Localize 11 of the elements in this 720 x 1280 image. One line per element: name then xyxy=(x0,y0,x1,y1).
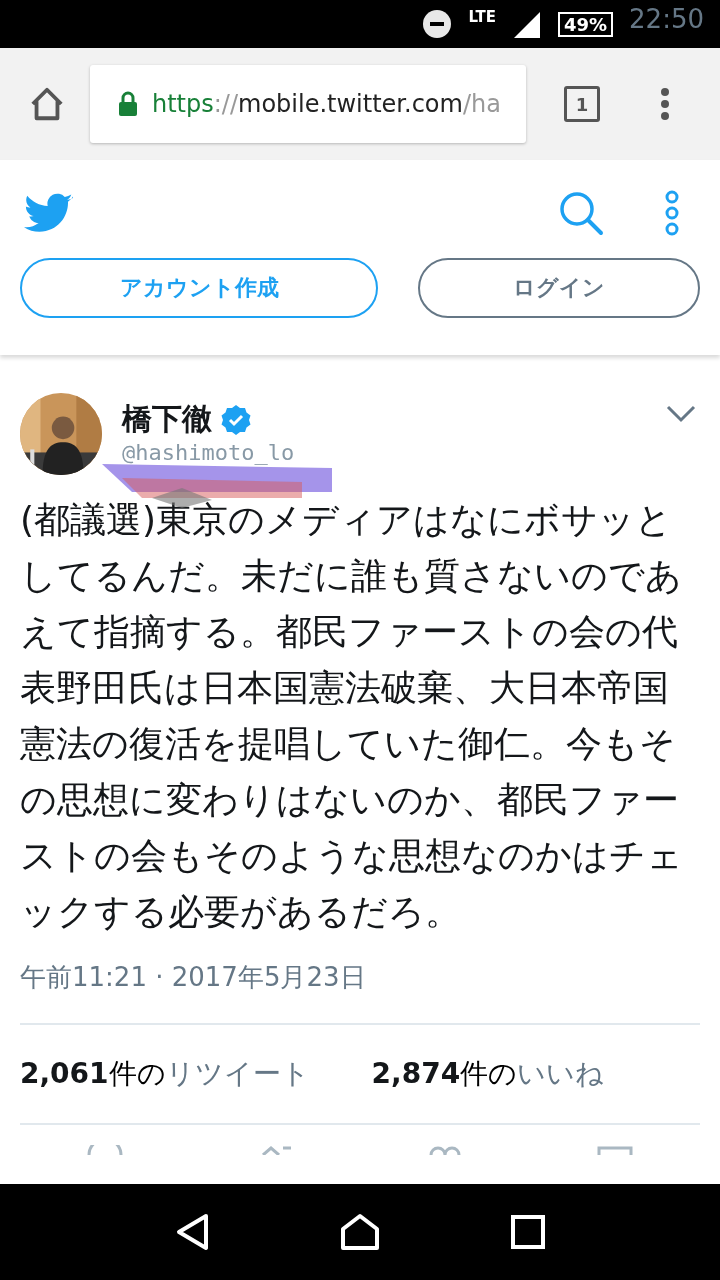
network-type: LTE xyxy=(468,8,496,26)
author-handle: @hashimoto_lo xyxy=(122,440,295,465)
like-count[interactable]: 2,874件のいいね xyxy=(371,1055,605,1093)
tab-switcher[interactable]: 1 xyxy=(564,86,600,122)
author-name[interactable]: 橋下徹 xyxy=(122,399,212,440)
login-button[interactable]: ログイン xyxy=(418,258,700,318)
tweet-timestamp: 午前11:21 · 2017年5月23日 xyxy=(20,940,700,1025)
battery-indicator: 49% xyxy=(557,11,614,37)
address-bar[interactable]: https://mobile.twitter.com/ha xyxy=(90,65,526,143)
retweet-count[interactable]: 2,061件の リツイート xyxy=(20,1055,310,1093)
tweet-text: (都議選)東京のメディアはなにボサッとしてるんだ。未だに誰も質さないのであえて指摘する。都民ファーストの会の代表野田氏は日本国憲法破棄、大日本帝国憲法の復活を提唱していた御仁。今もその思想に変わりはないのか、都民ファーストの会もそのような思想なのかはチェックする必要があるだろ。 xyxy=(20,498,684,934)
